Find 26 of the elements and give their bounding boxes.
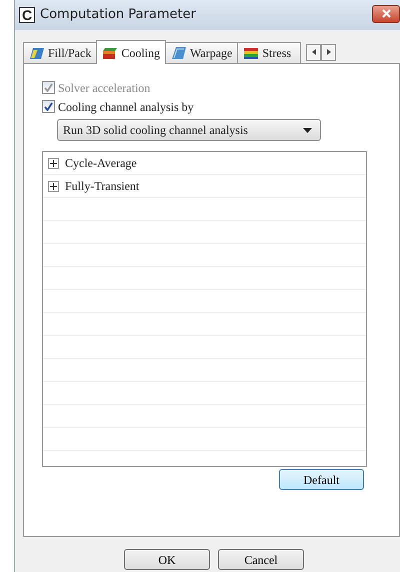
expand-toggle[interactable] <box>48 158 59 168</box>
ok-button[interactable]: OK <box>124 549 210 570</box>
scroll-right-icon[interactable] <box>321 44 336 61</box>
close-icon <box>382 9 390 18</box>
expand-toggle[interactable] <box>48 180 59 192</box>
close-button[interactable] <box>372 5 400 23</box>
checkbox[interactable] <box>42 100 55 113</box>
default-button[interactable]: Default <box>279 469 364 490</box>
tree-item[interactable]: Fully-Transient <box>65 177 140 195</box>
dropdown-caret-icon <box>303 128 312 132</box>
tab[interactable]: Fill/Pack <box>23 42 98 63</box>
checkbox-label: Solver acceleration <box>58 80 150 96</box>
tab-icon <box>171 46 188 60</box>
tree-item[interactable]: Cycle-Average <box>65 154 137 172</box>
analysis-dropdown[interactable]: Run 3D solid cooling channel analysis <box>57 119 321 141</box>
tab[interactable]: Cooling <box>96 40 166 64</box>
tab-icon <box>243 46 260 60</box>
checkbox-label: Cooling channel analysis by <box>58 98 194 116</box>
tab[interactable]: Warpage <box>165 42 238 63</box>
app-logo-icon: C <box>19 7 35 23</box>
cancel-button[interactable]: Cancel <box>218 549 304 570</box>
tab[interactable]: Stress <box>237 42 302 63</box>
scroll-left-icon[interactable] <box>306 44 322 61</box>
tab-icon <box>29 46 45 60</box>
window-title: Computation Parameter <box>40 6 196 24</box>
tab-icon <box>102 46 118 60</box>
